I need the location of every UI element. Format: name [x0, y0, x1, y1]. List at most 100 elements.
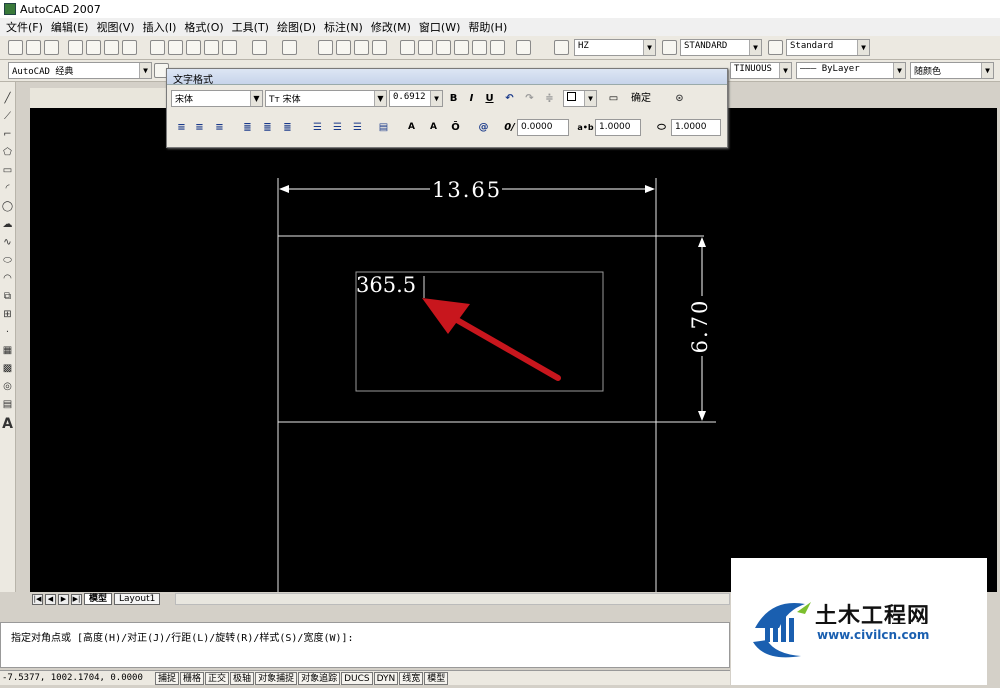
lineweight-select[interactable]: ——— ByLayer ▼	[796, 62, 906, 79]
undo-text-icon[interactable]: ↶	[501, 90, 518, 107]
open-file-icon[interactable]	[26, 40, 41, 55]
font-dropdown[interactable]: Tт 宋体 ▼	[265, 90, 387, 107]
design-center-icon[interactable]	[418, 40, 433, 55]
plot-icon[interactable]	[68, 40, 83, 55]
command-line[interactable]: 指定对角点或 [高度(H)/对正(J)/行距(L)/旋转(R)/样式(S)/宽度…	[0, 622, 730, 668]
tab-last-icon[interactable]: ▶|	[71, 593, 82, 605]
overline-icon[interactable]: Ō	[447, 119, 464, 136]
dyn-toggle[interactable]: DYN	[373, 671, 399, 685]
menu-format[interactable]: 格式(O)	[180, 19, 227, 35]
horizontal-scrollbar[interactable]	[175, 593, 730, 605]
model-toggle[interactable]: 模型	[424, 671, 449, 685]
tab-prev-icon[interactable]: ◀	[45, 593, 56, 605]
multiline-text-icon[interactable]: A	[1, 417, 14, 431]
region-icon[interactable]: ◎	[1, 380, 14, 393]
block-editor-icon[interactable]	[222, 40, 237, 55]
redo-icon[interactable]	[282, 40, 297, 55]
bullets-icon[interactable]: ☰	[329, 119, 346, 136]
zoom-window-icon[interactable]	[354, 40, 369, 55]
table-style-icon[interactable]	[768, 40, 783, 55]
text-style-icon[interactable]	[554, 40, 569, 55]
drawing-canvas[interactable]: 13.65 6.70 365.5	[30, 108, 997, 592]
text-color-dropdown[interactable]: ▼	[563, 90, 597, 107]
italic-button[interactable]: I	[463, 90, 480, 107]
rectangle-icon[interactable]: ▭	[1, 164, 14, 177]
snap-toggle[interactable]: 捕捉	[155, 671, 180, 685]
align-top-icon[interactable]: ≣	[239, 119, 256, 136]
tab-next-icon[interactable]: ▶	[58, 593, 69, 605]
line-tool-icon[interactable]: ╱	[1, 92, 14, 105]
tool-palettes-icon[interactable]	[436, 40, 451, 55]
tab-model[interactable]: 模型	[84, 593, 113, 605]
oblique-angle-input[interactable]: 0.0000	[517, 119, 569, 136]
3d-dwf-icon[interactable]	[122, 40, 137, 55]
table-style-select[interactable]: Standard ▼	[786, 39, 870, 56]
tracking-input[interactable]: 1.0000	[595, 119, 641, 136]
point-icon[interactable]: ·	[1, 326, 14, 339]
insert-field-icon[interactable]: ▤	[375, 119, 392, 136]
zoom-realtime-icon[interactable]	[336, 40, 351, 55]
stack-icon[interactable]: ≑	[541, 90, 558, 107]
dim-style-select[interactable]: STANDARD ▼	[680, 39, 762, 56]
make-block-icon[interactable]: ⊞	[1, 308, 14, 321]
options-icon[interactable]: ⊙	[671, 90, 688, 107]
calculator-icon[interactable]	[490, 40, 505, 55]
polygon-icon[interactable]: ⬠	[1, 146, 14, 159]
osnap-toggle[interactable]: 对象捕捉	[255, 671, 298, 685]
ducs-toggle[interactable]: DUCS	[341, 671, 373, 685]
arc-icon[interactable]: ◜	[1, 182, 14, 195]
width-factor-input[interactable]: 1.0000	[671, 119, 721, 136]
underline-button[interactable]: U	[481, 90, 498, 107]
color-select[interactable]: 随颜色 ▼	[910, 62, 994, 79]
menu-tools[interactable]: 工具(T)	[228, 19, 273, 35]
menu-file[interactable]: 文件(F)	[2, 19, 47, 35]
markup-icon[interactable]	[472, 40, 487, 55]
pan-icon[interactable]	[318, 40, 333, 55]
copy-icon[interactable]	[168, 40, 183, 55]
help-icon[interactable]	[516, 40, 531, 55]
grid-toggle[interactable]: 栅格	[180, 671, 205, 685]
menu-edit[interactable]: 编辑(E)	[47, 19, 93, 35]
menu-help[interactable]: 帮助(H)	[464, 19, 511, 35]
menu-modify[interactable]: 修改(M)	[367, 19, 415, 35]
zoom-previous-icon[interactable]	[372, 40, 387, 55]
revision-cloud-icon[interactable]: ☁	[1, 218, 14, 231]
align-left-icon[interactable]: ≡	[173, 119, 190, 136]
ruler-icon[interactable]: ▭	[605, 90, 622, 107]
paste-icon[interactable]	[186, 40, 201, 55]
bold-button[interactable]: B	[445, 90, 462, 107]
insert-block-icon[interactable]: ⧉	[1, 290, 14, 303]
circle-icon[interactable]: ◯	[1, 200, 14, 213]
uppercase-icon[interactable]: A	[403, 119, 420, 136]
construction-line-icon[interactable]: ⟋	[1, 110, 14, 123]
gradient-icon[interactable]: ▩	[1, 362, 14, 375]
publish-icon[interactable]	[104, 40, 119, 55]
edited-text[interactable]: 365.5	[356, 272, 426, 298]
table-icon[interactable]: ▤	[1, 398, 14, 411]
undo-icon[interactable]	[252, 40, 267, 55]
properties-icon[interactable]	[400, 40, 415, 55]
ellipse-arc-icon[interactable]: ◠	[1, 272, 14, 285]
plot-preview-icon[interactable]	[86, 40, 101, 55]
sheet-set-icon[interactable]	[454, 40, 469, 55]
text-style-dropdown[interactable]: 宋体 ▼	[171, 90, 263, 107]
workspace-select[interactable]: AutoCAD 经典 ▼	[8, 62, 152, 79]
menu-insert[interactable]: 插入(I)	[139, 19, 181, 35]
dim-style-icon[interactable]	[662, 40, 677, 55]
letters-icon[interactable]: ☰	[349, 119, 366, 136]
menu-view[interactable]: 视图(V)	[92, 19, 138, 35]
text-format-title[interactable]: 文字格式	[167, 69, 727, 86]
linetype-select[interactable]: TINUOUS ▼	[730, 62, 792, 79]
new-file-icon[interactable]	[8, 40, 23, 55]
tab-layout1[interactable]: Layout1	[114, 593, 161, 605]
cut-icon[interactable]	[150, 40, 165, 55]
spline-icon[interactable]: ∿	[1, 236, 14, 249]
ellipse-icon[interactable]: ⬭	[1, 254, 14, 267]
lowercase-icon[interactable]: A	[425, 119, 442, 136]
tab-first-icon[interactable]: |◀	[32, 593, 43, 605]
save-icon[interactable]	[44, 40, 59, 55]
otrack-toggle[interactable]: 对象追踪	[298, 671, 341, 685]
ortho-toggle[interactable]: 正交	[205, 671, 230, 685]
menu-draw[interactable]: 绘图(D)	[273, 19, 320, 35]
text-height-dropdown[interactable]: 0.6912 ▼	[389, 90, 443, 107]
